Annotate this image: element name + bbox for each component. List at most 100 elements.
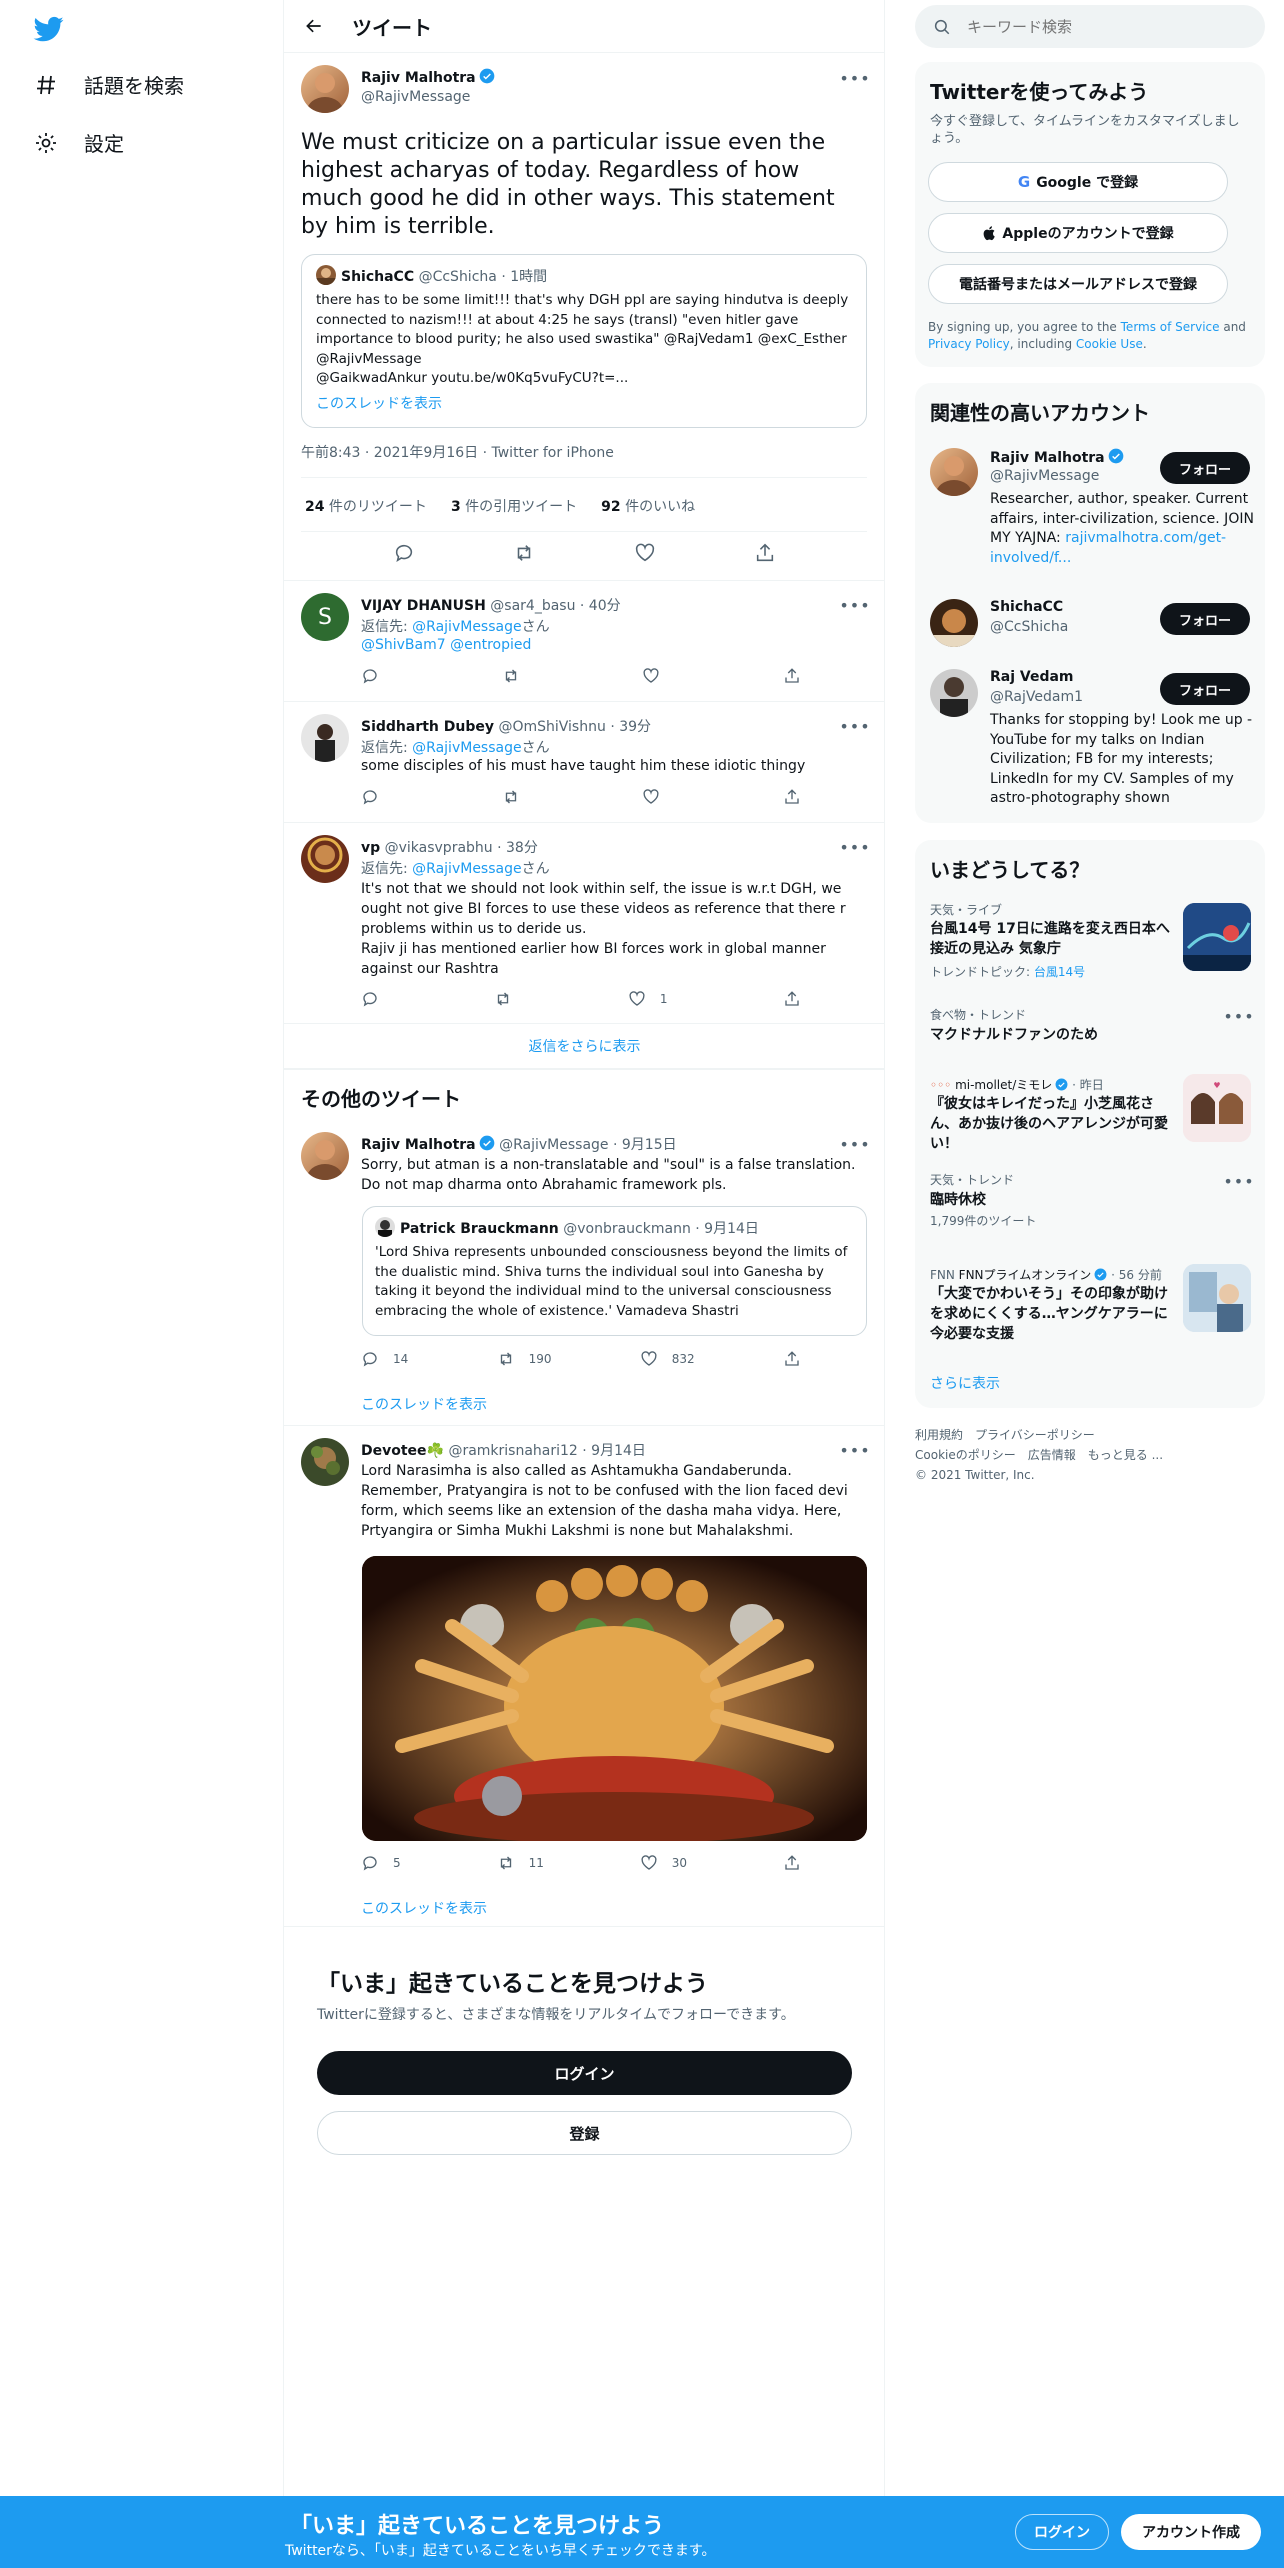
author-name[interactable]: Siddharth Dubey [361,719,494,735]
reply-icon[interactable] [393,542,415,564]
follow-button[interactable]: フォロー [1160,673,1250,705]
like-icon[interactable] [642,788,660,806]
account-handle[interactable]: @RajivMessage [990,468,1099,484]
retweet-icon[interactable] [502,788,520,806]
author-handle[interactable]: @RajivMessage [361,89,470,105]
reply-button[interactable]: 14 [361,1350,408,1368]
like-icon[interactable] [634,542,656,564]
retweet-icon[interactable] [513,542,535,564]
twitter-logo-icon[interactable] [32,14,66,44]
author-handle[interactable]: @vikasvprabhu [385,840,493,856]
more-tweet[interactable]: Devotee☘️ @ramkrisnahari12 · 9月14日 ••• L… [284,1426,885,1926]
like-count[interactable]: 92 件のいいね [601,496,695,516]
trend-item[interactable]: 食べ物・トレンド マクドナルドファンのため ••• [915,1000,1265,1060]
nav-explore[interactable]: 話題を検索 [32,70,184,99]
trend-item[interactable]: FNN FNNプライムオンライン · 56 分前 「大変でかわいそう」その印象が… [915,1260,1265,1350]
avatar[interactable] [301,65,349,113]
trend-item[interactable]: ◦◦◦ mi-mollet/ミモレ · 昨日 『彼女はキレイだった』小芝風花さん… [915,1070,1265,1155]
register-button[interactable]: 登録 [317,2111,852,2155]
google-signup-button[interactable]: G Google で登録 [928,162,1228,202]
privacy-link[interactable]: Privacy Policy [928,337,1010,351]
login-button[interactable]: ログイン [317,2051,852,2095]
reply-tweet[interactable]: Siddharth Dubey @OmShiVishnu · 39分 ••• 返… [284,702,885,822]
more-options-icon[interactable]: ••• [1223,1006,1253,1026]
avatar[interactable] [301,1132,349,1180]
retweet-button[interactable]: 190 [497,1350,551,1368]
more-options-icon[interactable]: ••• [1223,1171,1253,1191]
phone-email-signup-button[interactable]: 電話番号またはメールアドレスで登録 [928,264,1228,304]
show-more-trends-link[interactable]: さらに表示 [930,1373,1000,1393]
show-thread-link[interactable]: このスレッドを表示 [361,1898,487,1918]
account-handle[interactable]: @RajVedam1 [990,689,1083,705]
reply-icon[interactable] [361,990,379,1008]
like-button[interactable]: 832 [640,1350,695,1368]
apple-signup-button[interactable]: Appleのアカウントで登録 [928,213,1228,253]
share-icon[interactable] [783,1350,801,1368]
author-name[interactable]: vp [361,840,380,856]
reply-icon[interactable] [361,788,379,806]
bottom-signup-button[interactable]: アカウント作成 [1121,2514,1261,2550]
share-icon[interactable] [783,788,801,806]
related-account[interactable]: ShichaCC @CcShicha フォロー [915,593,1265,653]
avatar[interactable] [301,835,349,883]
share-icon[interactable] [783,667,801,685]
follow-button[interactable]: フォロー [1160,603,1250,635]
tweet-time[interactable]: · 9月14日 [582,1443,646,1459]
show-more-replies-link[interactable]: 返信をさらに表示 [284,1036,885,1056]
nav-settings[interactable]: 設定 [32,128,124,157]
share-icon[interactable] [783,990,801,1008]
avatar[interactable] [930,669,978,717]
reply-to-link[interactable]: @RajivMessage [412,740,521,756]
quoted-tweet[interactable]: ShichaCC @CcShicha · 1時間 there has to be… [301,254,867,428]
author-name[interactable]: VIJAY DHANUSH [361,598,486,614]
privacy-footer-link[interactable]: プライバシーポリシー [975,1428,1095,1442]
share-icon[interactable] [754,542,776,564]
ads-footer-link[interactable]: 広告情報 [1028,1448,1076,1462]
search-box[interactable] [915,5,1265,48]
author-handle[interactable]: @ramkrisnahari12 [448,1443,577,1459]
tweet-text[interactable]: @ShivBam7 @entropied [361,637,531,653]
reply-to-link[interactable]: @RajivMessage [412,619,521,635]
more-options-icon[interactable]: ••• [839,837,869,857]
author-name[interactable]: Rajiv Malhotra [361,1137,476,1153]
account-name[interactable]: Raj Vedam [990,669,1074,685]
more-options-icon[interactable]: ••• [839,1134,869,1154]
follow-button[interactable]: フォロー [1160,452,1250,484]
terms-footer-link[interactable]: 利用規約 [915,1428,963,1442]
author-handle[interactable]: @RajivMessage [499,1137,608,1153]
reply-tweet[interactable]: vp @vikasvprabhu · 38分 ••• 返信先: @RajivMe… [284,823,885,1023]
share-icon[interactable] [783,1854,801,1872]
author-name[interactable]: Rajiv Malhotra [361,68,495,86]
retweet-button[interactable]: 11 [497,1854,544,1872]
like-icon[interactable] [642,667,660,685]
terms-link[interactable]: Terms of Service [1121,320,1220,334]
tweet-image[interactable] [362,1556,867,1841]
tweet-time[interactable]: · 9月15日 [613,1137,677,1153]
more-footer-link[interactable]: もっと見る ... [1088,1448,1163,1462]
quote-count[interactable]: 3 件の引用ツイート [451,496,577,516]
trend-topic-link[interactable]: 台風14号 [1034,965,1085,979]
more-tweet[interactable]: Rajiv Malhotra @RajivMessage · 9月15日 •••… [284,1120,885,1425]
author-handle[interactable]: @sar4_basu [490,598,575,614]
cookie-footer-link[interactable]: Cookieのポリシー [915,1448,1016,1462]
show-thread-link[interactable]: このスレッドを表示 [361,1394,487,1414]
tweet-time[interactable]: · 39分 [610,719,651,735]
tweet-time[interactable]: · 40分 [580,598,621,614]
avatar[interactable] [301,714,349,762]
related-account[interactable]: Rajiv Malhotra @RajivMessage フォロー Resear… [915,438,1265,578]
reply-icon[interactable] [361,667,379,685]
more-options-icon[interactable]: ••• [839,595,869,615]
avatar[interactable] [930,448,978,496]
like-button[interactable]: 1 [628,990,668,1008]
bottom-login-button[interactable]: ログイン [1015,2514,1109,2550]
reply-button[interactable]: 5 [361,1854,401,1872]
tweet-time[interactable]: · 38分 [497,840,538,856]
trend-item[interactable]: 天気・ライブ 台風14号 17日に進路を変え西日本へ接近の見込み 気象庁 トレン… [915,895,1265,990]
avatar[interactable] [301,1438,349,1486]
trend-item[interactable]: 天気・トレンド 臨時休校 1,799件のツイート ••• [915,1165,1265,1235]
reply-tweet[interactable]: S VIJAY DHANUSH @sar4_basu · 40分 ••• 返信先… [284,581,885,701]
more-options-icon[interactable]: ••• [839,1440,869,1460]
retweet-icon[interactable] [494,990,512,1008]
author-name[interactable]: Devotee☘️ [361,1443,444,1459]
account-name[interactable]: ShichaCC [990,599,1063,615]
